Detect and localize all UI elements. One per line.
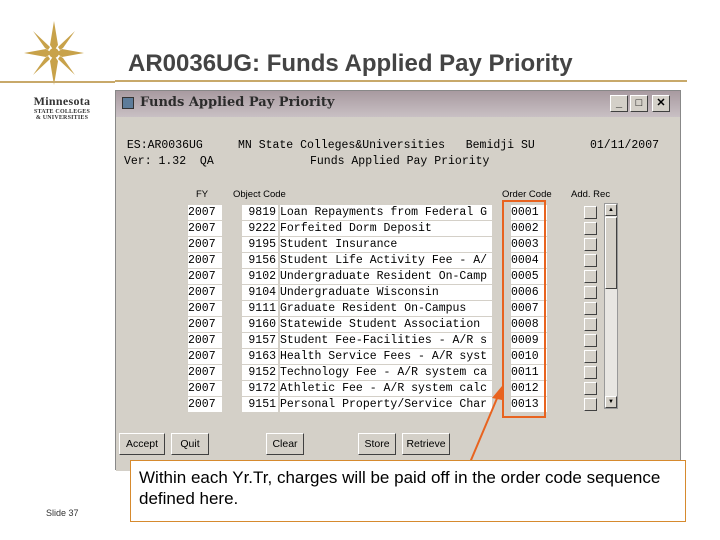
object-description-field[interactable]: Undergraduate Wisconsin [280, 285, 492, 300]
form-area: ES:AR0036UG Ver: 1.32 QA MN State Colleg… [116, 117, 680, 471]
object-description-field[interactable]: Athletic Fee - A/R system calc [280, 381, 492, 396]
retrieve-button[interactable]: Retrieve [402, 433, 450, 455]
fy-field[interactable]: 2007 [188, 365, 222, 380]
quit-button[interactable]: Quit [171, 433, 209, 455]
column-header-order-code: Order Code [502, 189, 552, 200]
object-description-field[interactable]: Student Fee-Facilities - A/R s [280, 333, 492, 348]
add-rec-checkbox[interactable] [584, 382, 597, 395]
column-header-add-rec: Add. Rec [571, 189, 611, 200]
logo-line-1: Minnesota [33, 94, 91, 108]
add-rec-checkbox[interactable] [584, 350, 597, 363]
minimize-icon[interactable]: _ [610, 95, 628, 112]
app-window: Funds Applied Pay Priority _ □ ✕ ES:AR00… [115, 90, 681, 471]
object-code-field[interactable]: 9160 [242, 317, 278, 332]
object-code-field[interactable]: 9819 [242, 205, 278, 220]
scroll-thumb[interactable] [605, 217, 617, 289]
add-rec-checkbox[interactable] [584, 254, 597, 267]
object-description-field[interactable]: Graduate Resident On-Campus [280, 301, 492, 316]
msu-star-logo-icon [24, 21, 84, 85]
object-code-field[interactable]: 9156 [242, 253, 278, 268]
object-description-field[interactable]: Forfeited Dorm Deposit [280, 221, 492, 236]
add-rec-checkbox[interactable] [584, 238, 597, 251]
close-icon[interactable]: ✕ [652, 95, 670, 112]
logo-line-3: & UNIVERSITIES [35, 115, 89, 121]
add-rec-checkbox[interactable] [584, 366, 597, 379]
header-institution: MN State Colleges&Universities Bemidji S… [238, 139, 535, 152]
add-rec-checkbox[interactable] [584, 286, 597, 299]
add-rec-checkbox[interactable] [584, 318, 597, 331]
object-code-field[interactable]: 9152 [242, 365, 278, 380]
logo-wordmark: Minnesota STATE COLLEGES & UNIVERSITIES [22, 94, 102, 121]
scroll-down-icon[interactable]: ▼ [605, 396, 617, 408]
fy-field[interactable]: 2007 [188, 349, 222, 364]
object-description-field[interactable]: Technology Fee - A/R system ca [280, 365, 492, 380]
object-description-field[interactable]: Personal Property/Service Char [280, 397, 492, 412]
object-code-field[interactable]: 9151 [242, 397, 278, 412]
scroll-up-icon[interactable]: ▲ [605, 204, 617, 216]
add-rec-checkbox[interactable] [584, 398, 597, 411]
column-header-object-code: Object Code [233, 189, 286, 200]
header-date: 01/11/2007 [590, 139, 660, 152]
add-rec-checkbox[interactable] [584, 222, 597, 235]
vertical-scrollbar[interactable]: ▲ ▼ [604, 203, 618, 409]
store-button[interactable]: Store [358, 433, 396, 455]
object-code-field[interactable]: 9172 [242, 381, 278, 396]
maximize-icon[interactable]: □ [630, 95, 648, 112]
object-description-field[interactable]: Undergraduate Resident On-Camp [280, 269, 492, 284]
object-code-field[interactable]: 9104 [242, 285, 278, 300]
object-code-field[interactable]: 9222 [242, 221, 278, 236]
window-title: Funds Applied Pay Priority [140, 95, 335, 110]
fy-field[interactable]: 2007 [188, 381, 222, 396]
slide-number: Slide 37 [46, 508, 79, 518]
window-app-icon [122, 97, 134, 109]
clear-button[interactable]: Clear [266, 433, 304, 455]
object-description-field[interactable]: Statewide Student Association [280, 317, 492, 332]
fy-field[interactable]: 2007 [188, 317, 222, 332]
fy-field[interactable]: 2007 [188, 397, 222, 412]
object-code-field[interactable]: 9102 [242, 269, 278, 284]
order-code-highlight [502, 200, 546, 418]
add-rec-checkbox[interactable] [584, 302, 597, 315]
slide-title: AR0036UG: Funds Applied Pay Priority [128, 50, 573, 77]
fy-field[interactable]: 2007 [188, 301, 222, 316]
object-description-field[interactable]: Student Life Activity Fee - A/ [280, 253, 492, 268]
header-version: Ver: 1.32 QA [124, 155, 214, 168]
add-rec-checkbox[interactable] [584, 334, 597, 347]
divider-line [0, 81, 115, 83]
fy-field[interactable]: 2007 [188, 205, 222, 220]
fy-field[interactable]: 2007 [188, 237, 222, 252]
column-header-fy: FY [196, 189, 209, 200]
object-description-field[interactable]: Student Insurance [280, 237, 492, 252]
fy-field[interactable]: 2007 [188, 269, 222, 284]
fy-field[interactable]: 2007 [188, 253, 222, 268]
fy-field[interactable]: 2007 [188, 285, 222, 300]
object-code-field[interactable]: 9195 [242, 237, 278, 252]
header-form-id: ES:AR0036UG [120, 139, 203, 152]
add-rec-checkbox[interactable] [584, 206, 597, 219]
accept-button[interactable]: Accept [119, 433, 165, 455]
object-code-field[interactable]: 9157 [242, 333, 278, 348]
window-titlebar[interactable]: Funds Applied Pay Priority _ □ ✕ [116, 91, 680, 117]
add-rec-checkbox[interactable] [584, 270, 597, 283]
callout-text: Within each Yr.Tr, charges will be paid … [130, 460, 686, 522]
header-form-name: Funds Applied Pay Priority [310, 155, 490, 168]
object-code-field[interactable]: 9111 [242, 301, 278, 316]
object-description-field[interactable]: Health Service Fees - A/R syst [280, 349, 492, 364]
object-code-field[interactable]: 9163 [242, 349, 278, 364]
fy-field[interactable]: 2007 [188, 221, 222, 236]
fy-field[interactable]: 2007 [188, 333, 222, 348]
object-description-field[interactable]: Loan Repayments from Federal G [280, 205, 492, 220]
